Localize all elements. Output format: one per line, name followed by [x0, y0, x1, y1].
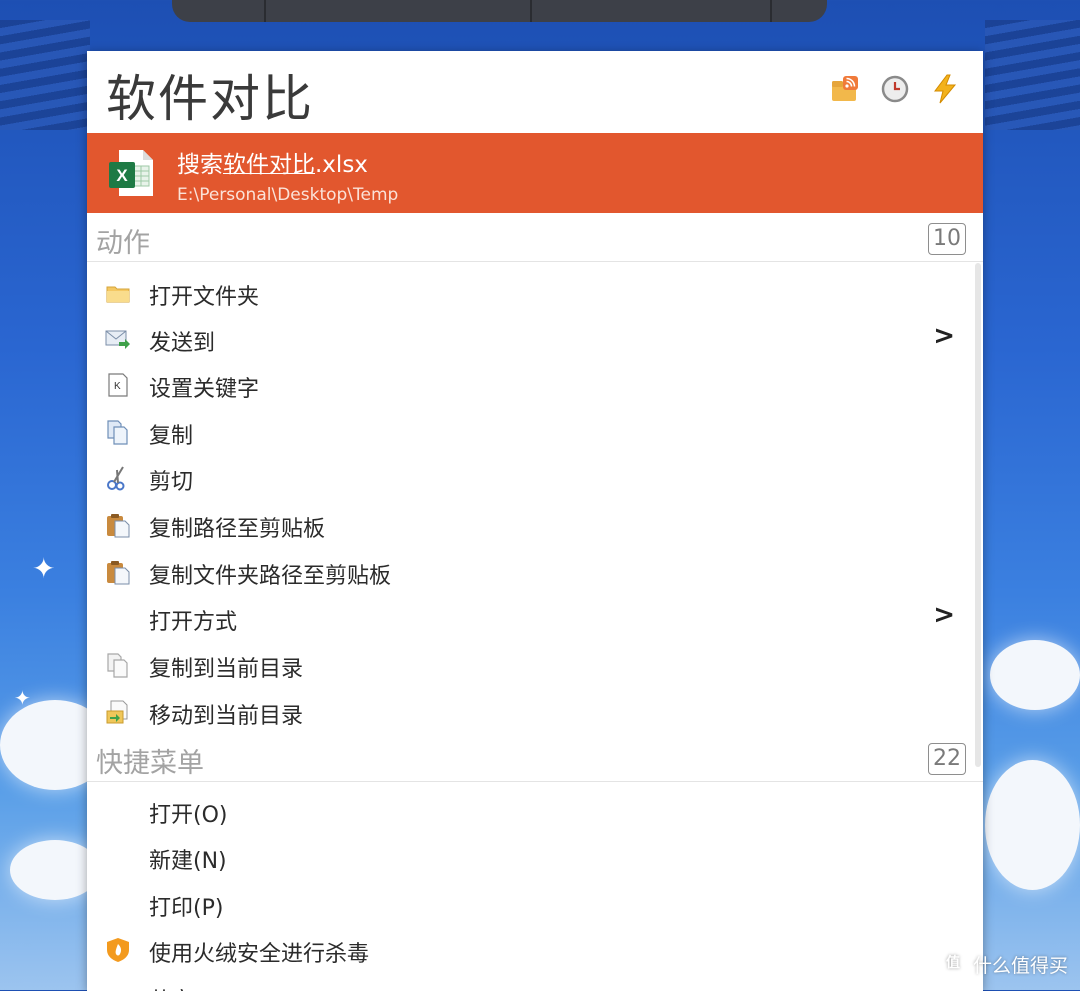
rss-folder-icon[interactable]: [829, 73, 861, 105]
quick-huorong-scan[interactable]: 使用火绒安全进行杀毒: [87, 926, 967, 972]
section-label: 动作: [96, 228, 150, 259]
background-cloud: [990, 640, 1080, 710]
clipboard-icon: [107, 514, 130, 538]
clock-icon[interactable]: [879, 73, 911, 105]
result-title: 搜索软件对比.xlsx: [177, 152, 368, 178]
action-send-to[interactable]: 发送到 >: [87, 315, 967, 361]
send-mail-icon: [105, 330, 130, 349]
folder-icon: [106, 286, 130, 303]
action-cut[interactable]: 剪切: [87, 454, 967, 500]
submenu-arrow-icon: >: [933, 321, 955, 351]
background-cloud: [985, 760, 1080, 890]
action-move-to-current-dir[interactable]: 移动到当前目录: [87, 688, 967, 734]
submenu-arrow-icon: >: [933, 600, 955, 630]
background-taskbar: [172, 0, 827, 22]
huorong-shield-icon: [107, 938, 129, 962]
scissors-icon: [107, 466, 125, 491]
actions-section-header: 动作 10: [87, 213, 983, 262]
quick-share[interactable]: 共享: [87, 973, 967, 991]
background-star: ✦: [32, 552, 56, 585]
quick-print[interactable]: 打印(P): [87, 880, 967, 926]
watermark-text: 什么值得买: [972, 954, 1068, 977]
action-copy-path[interactable]: 复制路径至剪贴板: [87, 501, 967, 547]
scrollbar[interactable]: [975, 263, 981, 767]
search-bar[interactable]: 软件对比: [87, 51, 983, 133]
selected-result-item[interactable]: X 搜索软件对比.xlsx E:\Personal\Desktop\Temp: [87, 133, 983, 213]
background-decoration: [0, 20, 90, 130]
keyword-icon: K: [108, 373, 128, 397]
section-count-badge: 22: [928, 743, 966, 775]
background-star: ✦: [14, 686, 31, 710]
action-open-folder[interactable]: 打开文件夹: [87, 269, 967, 315]
copy-icon: [107, 653, 128, 678]
clipboard-icon: [107, 561, 130, 585]
result-path: E:\Personal\Desktop\Temp: [177, 185, 399, 205]
section-count-badge: 10: [928, 223, 966, 255]
svg-text:X: X: [116, 166, 128, 185]
action-set-keyword[interactable]: K 设置关键字: [87, 361, 967, 407]
copy-icon: [107, 420, 128, 445]
quick-menu-section-header: 快捷菜单 22: [87, 733, 983, 782]
action-copy[interactable]: 复制: [87, 408, 967, 454]
move-file-icon: [106, 700, 128, 724]
quick-new[interactable]: 新建(N): [87, 833, 967, 879]
background-decoration: [985, 20, 1080, 130]
action-copy-folder-path[interactable]: 复制文件夹路径至剪贴板: [87, 548, 967, 594]
result-title-match: 软件对比: [223, 152, 315, 178]
header-icons: [829, 73, 961, 105]
lightning-icon[interactable]: [929, 73, 961, 105]
section-label: 快捷菜单: [96, 748, 204, 779]
watermark: 值 什么值得买: [938, 950, 1068, 978]
quick-open[interactable]: 打开(O): [87, 787, 967, 833]
svg-text:K: K: [114, 381, 121, 392]
action-open-with[interactable]: 打开方式 >: [87, 594, 967, 640]
watermark-logo: 值: [938, 950, 967, 978]
launcher-window: 软件对比 X 搜索软件对比.xlsx E:\Personal\Desktop\T…: [87, 51, 983, 991]
excel-file-icon: X: [109, 150, 153, 196]
action-copy-to-current-dir[interactable]: 复制到当前目录: [87, 641, 967, 687]
search-query[interactable]: 软件对比: [106, 59, 314, 131]
